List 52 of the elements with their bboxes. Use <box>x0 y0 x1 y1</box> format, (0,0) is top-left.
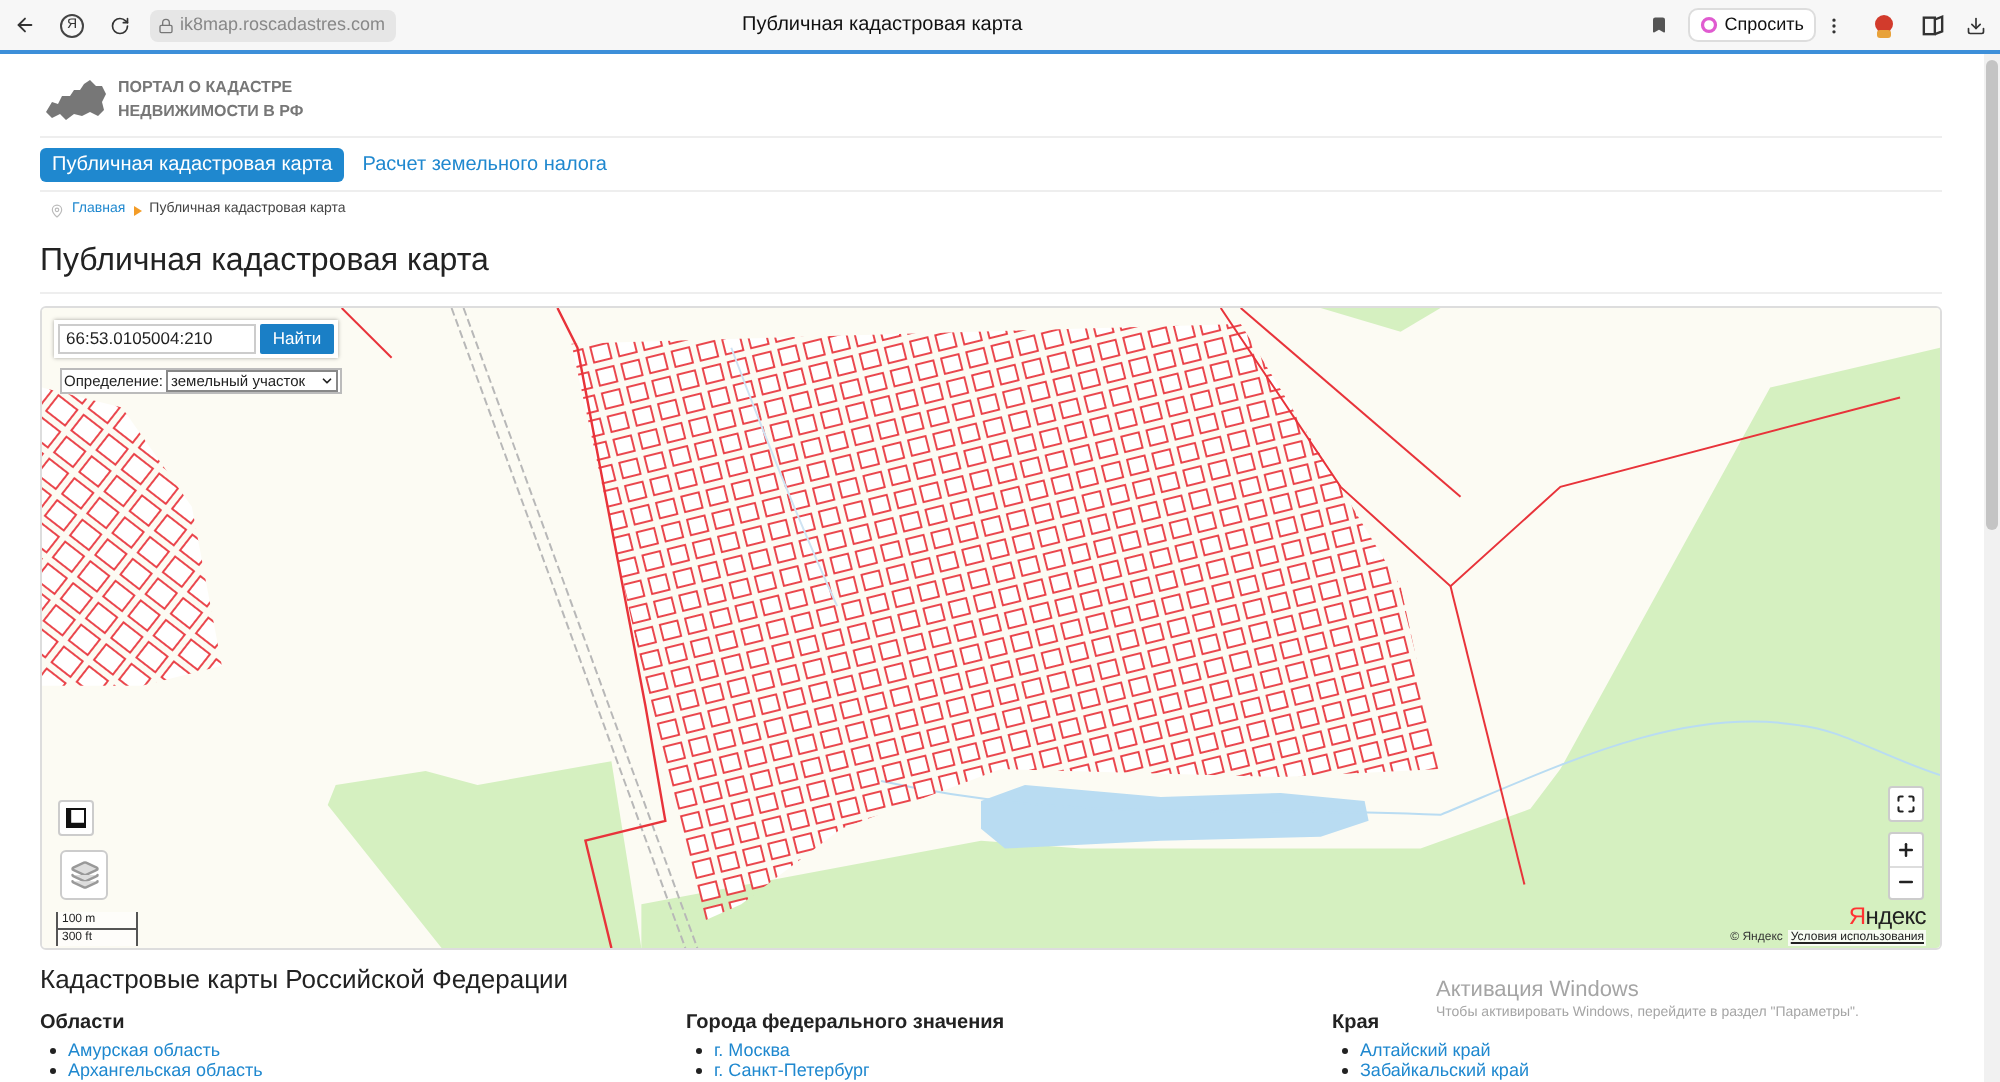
region-link[interactable]: Забайкальский край <box>1360 1060 1529 1080</box>
area-select-button[interactable] <box>58 800 94 836</box>
address-bar[interactable]: ik8map.roscadastres.com <box>150 9 396 41</box>
back-icon <box>13 14 35 36</box>
activation-title: Активация Windows <box>1436 978 1639 1004</box>
bullet-icon <box>1342 1047 1348 1053</box>
ring-icon <box>1700 16 1719 34</box>
plus-icon <box>1896 839 1916 860</box>
lock-icon <box>158 17 174 33</box>
bullet-icon <box>1342 1067 1348 1073</box>
search-field[interactable]: 66:53.0105004:210 <box>58 324 256 354</box>
bookmark-icon <box>1649 16 1668 34</box>
nav-tab[interactable]: Расчет земельного налога <box>362 148 607 182</box>
column-heading: Области <box>40 1012 125 1034</box>
country-silhouette-icon <box>44 78 108 122</box>
region-link[interactable]: Алтайский край <box>1360 1040 1491 1060</box>
pin-icon <box>50 204 64 218</box>
logo-text: ПОРТАЛ О КАДАСТРЕ <box>118 76 295 100</box>
extension-button[interactable] <box>1870 11 1898 39</box>
region-link[interactable]: Архангельская область <box>68 1060 263 1080</box>
caret-icon <box>319 374 334 388</box>
fullscreen-button[interactable] <box>1888 786 1924 822</box>
url-text: ik8map.roscadastres.com <box>180 11 386 38</box>
chevron-icon <box>133 206 142 216</box>
find-button[interactable]: Найти <box>260 324 334 354</box>
layers-button[interactable] <box>60 850 108 900</box>
square-corner-icon <box>66 808 86 828</box>
region-link[interactable]: г. Москва <box>714 1040 790 1060</box>
ask-button[interactable]: Спросить <box>1688 8 1816 42</box>
column-heading: Края <box>1332 1012 1380 1034</box>
scrollbar[interactable] <box>1984 54 2000 1082</box>
layers-icon <box>69 860 99 890</box>
collections-button[interactable] <box>1918 11 1946 39</box>
region-link[interactable]: Амурская область <box>68 1040 221 1060</box>
page-title: Публичная кадастровая карта <box>40 244 489 280</box>
nav-tab[interactable]: Публичная кадастровая карта <box>40 148 345 182</box>
bullet-icon <box>696 1047 702 1053</box>
region-link[interactable]: г. Санкт-Петербург <box>714 1060 870 1080</box>
logo-text: НЕДВИЖИМОСТИ В РФ <box>118 100 304 124</box>
scrollbar-thumb[interactable] <box>1986 60 1998 530</box>
bullet-icon <box>50 1067 56 1073</box>
reload-icon <box>110 15 130 35</box>
section-title: Кадастровые карты Российской Федерации <box>40 964 569 994</box>
tab-title: Публичная кадастровая карта <box>742 12 1023 40</box>
download-icon <box>1966 15 1986 35</box>
bullet-icon <box>50 1047 56 1053</box>
bullet-icon <box>696 1067 702 1073</box>
provider-logo: Яндекс <box>1848 904 1926 930</box>
panel-icon <box>1921 14 1943 36</box>
column-heading: Города федерального значения <box>686 1012 1005 1034</box>
extension-icon <box>1872 13 1896 37</box>
fullscreen-icon <box>1896 794 1916 814</box>
